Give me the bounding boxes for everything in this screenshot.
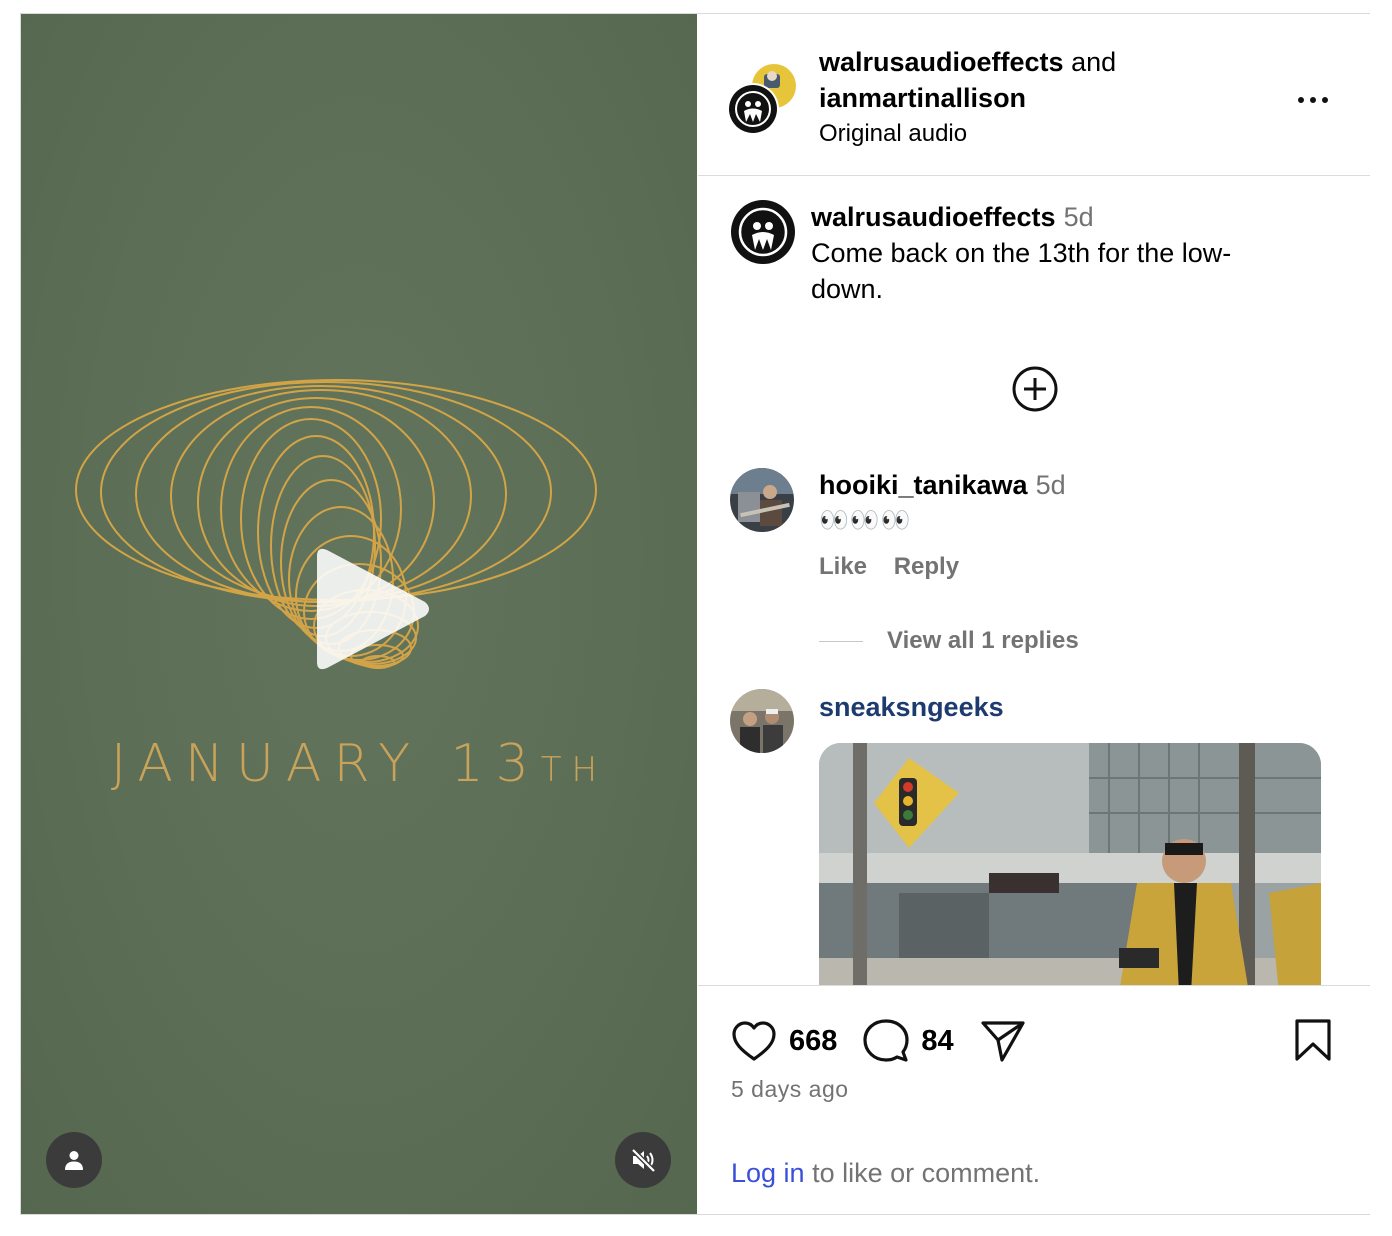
caption: walrusaudioeffects 5d Come back on the 13…	[811, 199, 1291, 307]
post-header: walrusaudioeffects and ianmartinallison …	[698, 14, 1370, 176]
comments-count: 84	[921, 1024, 954, 1057]
comment-actions: Like Reply	[819, 553, 979, 581]
header-username-1[interactable]: walrusaudioeffects	[819, 47, 1064, 77]
speech-bubble-icon	[863, 1019, 909, 1062]
comment-username[interactable]: sneaksngeeks	[819, 689, 1004, 725]
comment-gif-attachment[interactable]	[819, 743, 1321, 985]
header-joiner: and	[1063, 47, 1117, 77]
caption-body: Come back on the 13th for the low-down.	[811, 238, 1232, 304]
person-icon	[65, 1151, 83, 1170]
play-icon	[317, 548, 429, 670]
reply-button[interactable]: Reply	[894, 553, 959, 581]
user-photo-avatar	[730, 689, 794, 753]
caption-time: 5d	[1063, 202, 1094, 232]
login-prompt: Log in to like or comment.	[731, 1158, 1040, 1189]
login-prompt-text: to like or comment.	[804, 1158, 1041, 1188]
share-button[interactable]	[980, 1019, 1026, 1063]
view-replies-label: View all 1 replies	[887, 627, 1079, 654]
comment-button[interactable]	[863, 1018, 909, 1064]
walrus-logo-avatar	[731, 200, 795, 264]
replies-divider	[819, 640, 863, 642]
post-side-panel: walrusaudioeffects and ianmartinallison …	[698, 14, 1370, 1214]
comment-avatar[interactable]	[730, 468, 794, 532]
comment-username[interactable]: hooiki_tanikawa	[819, 470, 1028, 500]
plus-circle-icon	[1012, 366, 1058, 412]
post-timestamp: 5 days ago	[731, 1076, 849, 1102]
gif-image	[819, 743, 1321, 985]
play-button[interactable]	[303, 544, 433, 674]
login-link[interactable]: Log in	[731, 1158, 805, 1188]
more-options-button[interactable]	[1295, 90, 1335, 110]
unmute-button[interactable]	[615, 1132, 671, 1188]
date-main: JANUARY 13	[110, 734, 541, 794]
comment-avatar[interactable]	[730, 689, 794, 753]
caption-avatar[interactable]	[730, 199, 796, 265]
post-dialog: JANUARY 13TH walrusaudioeffects and ianm…	[20, 13, 1370, 1215]
comment-header: hooiki_tanikawa 5d	[819, 467, 1066, 503]
audio-link[interactable]: Original audio	[819, 118, 1239, 150]
muted-speaker-icon	[631, 1148, 656, 1173]
caption-username[interactable]: walrusaudioeffects	[811, 202, 1056, 232]
date-overlay-text: JANUARY 13TH	[21, 734, 697, 794]
comment-time: 5d	[1035, 470, 1066, 500]
likes-count: 668	[789, 1024, 838, 1057]
header-username-2[interactable]: ianmartinallison	[819, 83, 1026, 113]
more-horizontal-icon	[1298, 97, 1328, 103]
comment-text: 👀👀👀	[819, 507, 912, 534]
like-button[interactable]	[731, 1020, 777, 1062]
view-replies-button[interactable]: View all 1 replies	[819, 627, 1079, 655]
tagged-users-button[interactable]	[46, 1132, 102, 1188]
comments-area[interactable]: walrusaudioeffects 5d Come back on the 13…	[698, 177, 1370, 985]
post-footer: 668 84 5 days ago Log in to like or comm…	[698, 985, 1370, 1214]
bookmark-icon	[1295, 1019, 1331, 1061]
load-more-comments-button[interactable]	[1010, 364, 1060, 414]
date-suffix: TH	[540, 750, 608, 790]
action-bar: 668 84	[731, 1018, 1026, 1064]
user-photo-avatar	[730, 468, 794, 532]
collab-avatars[interactable]	[727, 64, 798, 135]
save-button[interactable]	[1294, 1018, 1332, 1067]
video-player[interactable]: JANUARY 13TH	[21, 14, 697, 1214]
heart-icon	[732, 1021, 776, 1061]
paper-plane-icon	[981, 1021, 1025, 1062]
header-text: walrusaudioeffects and ianmartinallison …	[819, 44, 1239, 150]
like-comment-button[interactable]: Like	[819, 553, 867, 581]
collab-avatar-image	[727, 64, 796, 135]
